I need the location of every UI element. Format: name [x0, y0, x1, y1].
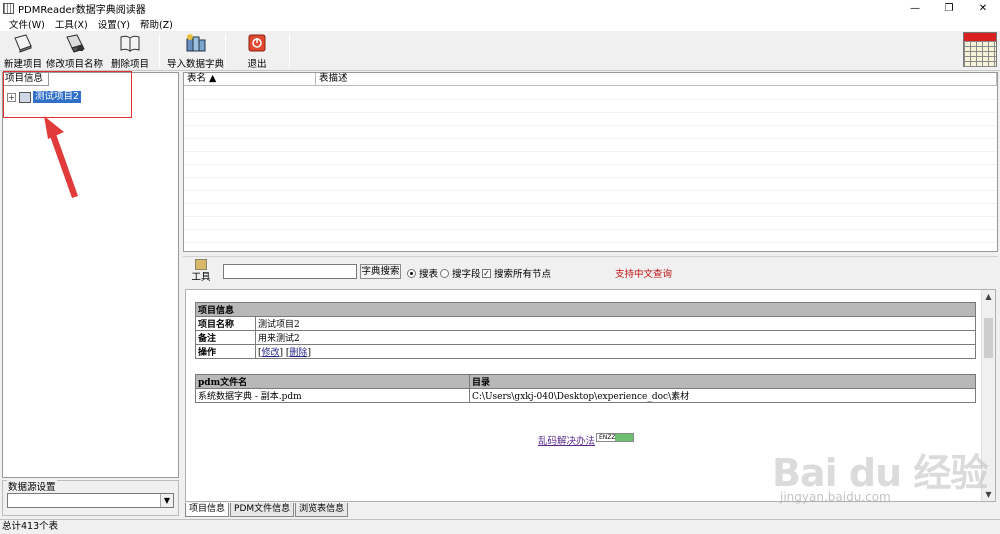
edit-link[interactable]: 修改 — [262, 348, 280, 358]
minimize-button[interactable]: — — [898, 0, 932, 16]
title-bar: PDMReader数据字典阅读器 — ❐ ✕ — [0, 0, 1000, 16]
power-icon — [248, 34, 266, 52]
project-info-table: 项目信息 项目名称 测试项目2 备注 用来测试2 操作 [修改] [删除] — [195, 302, 976, 359]
annotation-highlight-box — [3, 71, 132, 118]
import-dictionary-icon — [186, 34, 205, 52]
rename-project-label: 修改项目名称 — [46, 59, 104, 70]
pdm-filename-cell: 系统数据字典 - 副本.pdm — [195, 388, 470, 403]
new-project-button[interactable]: 新建项目 — [4, 33, 42, 70]
dictionary-search-button[interactable]: 字典搜索 — [360, 264, 401, 279]
operation-cell: [修改] [删除] — [255, 344, 976, 359]
app-icon — [3, 2, 14, 14]
checkbox-search-all-label: 搜索所有节点 — [494, 269, 552, 280]
close-button[interactable]: ✕ — [966, 0, 1000, 16]
menu-bar: 文件(W) 工具(X) 设置(Y) 帮助(Z) — [0, 16, 1000, 31]
search-bar: 工具 字典搜索 搜表 搜字段 ✓ 搜索所有节点 支持中文查询 — [183, 256, 998, 284]
info-key: 项目名称 — [195, 316, 256, 331]
info-value: 用来测试2 — [255, 330, 976, 345]
calendar-icon[interactable] — [963, 32, 997, 67]
table-row: 备注 用来测试2 — [195, 330, 976, 345]
column-header-table-desc[interactable]: 表描述 — [316, 73, 997, 85]
radio-dot — [440, 268, 449, 278]
delete-project-button[interactable]: 删除项目 — [111, 33, 149, 70]
tool-button[interactable]: 工具 — [190, 259, 212, 285]
rename-project-button[interactable]: 修改项目名称 — [46, 33, 103, 70]
radio-search-table-label: 搜表 — [419, 269, 439, 280]
table-list-body[interactable] — [184, 87, 997, 251]
project-info-header: 项目信息 — [195, 302, 976, 317]
delete-project-label: 删除项目 — [111, 59, 150, 70]
check-icon: ✓ — [482, 268, 491, 278]
exit-button[interactable]: 退出 — [246, 33, 268, 70]
search-input[interactable] — [223, 264, 357, 279]
import-dictionary-label: 导入数据字典 — [167, 59, 225, 70]
table-row: 操作 [修改] [删除] — [195, 344, 976, 359]
table-list-header: 表名 ▲ 表描述 — [184, 73, 997, 86]
table-list: 表名 ▲ 表描述 — [183, 72, 998, 252]
tab-pdm-file-info[interactable]: PDM文件信息 — [230, 503, 295, 517]
status-bar: 总计413个表 — [0, 519, 1000, 534]
encoding-badge: ENZZ — [596, 433, 634, 442]
exit-label: 退出 — [247, 59, 267, 70]
column-header-table-name[interactable]: 表名 ▲ — [184, 73, 316, 85]
toolbar: 新建项目 修改项目名称 删除项目 导入数据字典 退出 — [0, 31, 1000, 71]
menu-help[interactable]: 帮助(Z) — [135, 17, 178, 31]
chinese-query-hint: 支持中文查询 — [615, 269, 673, 280]
toolbar-separator — [159, 34, 160, 68]
app-window: PDMReader数据字典阅读器 — ❐ ✕ 文件(W) 工具(X) 设置(Y)… — [0, 0, 1000, 534]
toolbar-separator — [225, 34, 226, 68]
delete-link[interactable]: 删除 — [289, 348, 307, 358]
pdm-directory-cell: C:\Users\gxkj-040\Desktop\experience_doc… — [469, 388, 976, 403]
menu-tools[interactable]: 工具(X) — [50, 17, 93, 31]
import-dictionary-button[interactable]: 导入数据字典 — [167, 33, 224, 70]
datasource-label: 数据源设置 — [7, 479, 57, 493]
tab-browse-table-info[interactable]: 浏览表信息 — [295, 503, 349, 517]
vertical-scrollbar[interactable]: ▲ ▼ — [981, 290, 995, 501]
radio-search-table[interactable]: 搜表 — [407, 266, 438, 280]
pdm-filename-header: pdm文件名 — [195, 374, 470, 389]
bottom-tabs: 项目信息 PDM文件信息 浏览表信息 — [185, 503, 349, 517]
tool-icon — [195, 259, 207, 270]
info-value: 测试项目2 — [255, 316, 976, 331]
checkbox-search-all[interactable]: ✓ 搜索所有节点 — [482, 266, 551, 280]
scroll-down-icon[interactable]: ▼ — [982, 488, 995, 501]
table-row: 项目名称 测试项目2 — [195, 316, 976, 331]
info-key: 操作 — [195, 344, 256, 359]
pdm-directory-header: 目录 — [469, 374, 976, 389]
radio-search-field[interactable]: 搜字段 — [440, 266, 481, 280]
chevron-down-icon[interactable]: ▼ — [160, 494, 173, 507]
scroll-thumb[interactable] — [984, 318, 993, 358]
garble-fix-link[interactable]: 乱码解决办法 — [538, 433, 595, 447]
project-tree-panel: 项目信息 + 测试项目2 — [2, 72, 179, 478]
datasource-select[interactable]: ▼ — [7, 493, 174, 508]
tool-label: 工具 — [191, 272, 211, 283]
datasource-group: 数据源设置 ▼ — [2, 479, 179, 516]
radio-search-field-label: 搜字段 — [452, 269, 481, 280]
tab-project-info-bottom[interactable]: 项目信息 — [185, 503, 230, 517]
menu-file[interactable]: 文件(W) — [4, 17, 50, 31]
info-panel: 项目信息 项目名称 测试项目2 备注 用来测试2 操作 [修改] [删除] pd… — [185, 289, 996, 502]
rename-project-icon — [65, 34, 85, 53]
pdm-files-table: pdm文件名 目录 系统数据字典 - 副本.pdm C:\Users\gxkj-… — [195, 374, 976, 403]
radio-dot — [407, 268, 416, 278]
menu-settings[interactable]: 设置(Y) — [93, 17, 135, 31]
window-title: PDMReader数据字典阅读器 — [18, 4, 146, 16]
delete-project-icon — [120, 35, 140, 52]
toolbar-separator — [289, 34, 290, 68]
new-project-icon — [14, 34, 32, 53]
restore-button[interactable]: ❐ — [932, 0, 966, 16]
scroll-up-icon[interactable]: ▲ — [982, 290, 995, 303]
info-key: 备注 — [195, 330, 256, 345]
new-project-label: 新建项目 — [4, 59, 43, 70]
table-row: 系统数据字典 - 副本.pdm C:\Users\gxkj-040\Deskto… — [195, 388, 976, 403]
